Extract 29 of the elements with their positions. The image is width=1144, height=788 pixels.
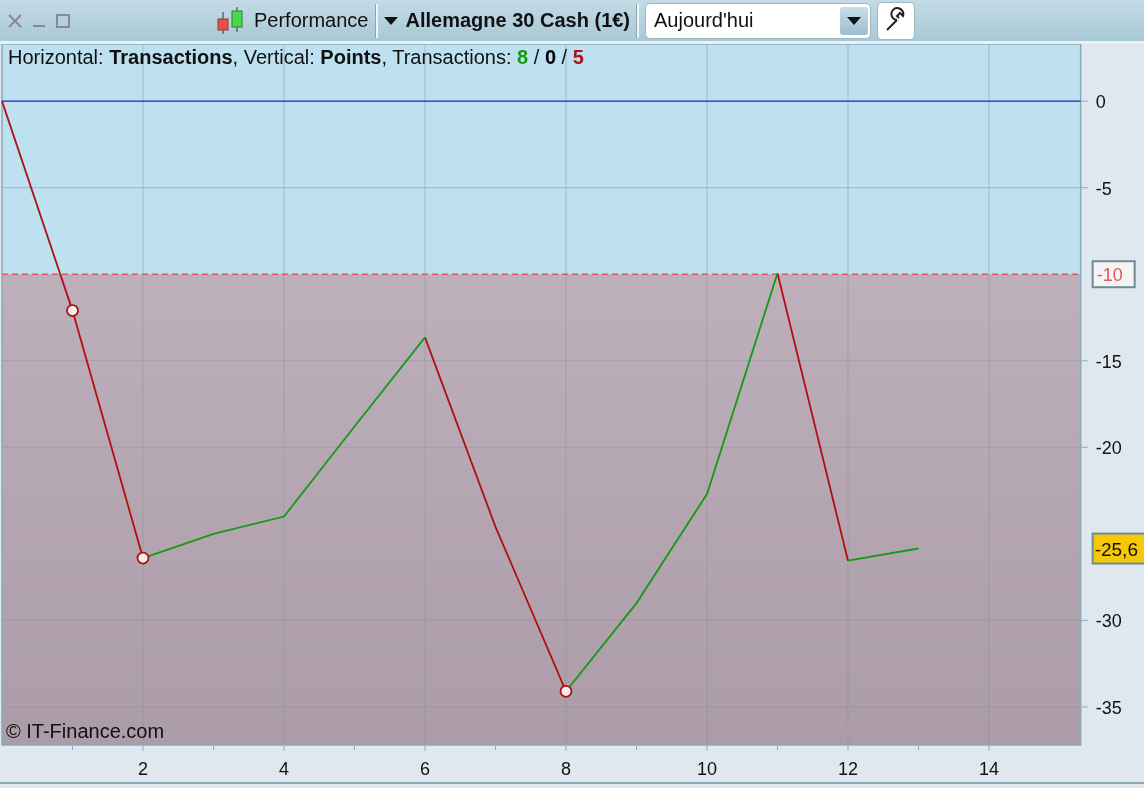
x-axis-label: 14	[979, 759, 999, 779]
settings-button[interactable]	[877, 1, 916, 40]
x-axis-label: 2	[138, 759, 148, 779]
caret-icon	[847, 16, 862, 25]
copyright-text: © IT-Finance.com	[6, 720, 165, 743]
y-axis-label: 0	[1095, 92, 1106, 113]
trade-marker	[66, 304, 79, 317]
last-value-label: -25,6	[1091, 532, 1144, 565]
instrument-selector[interactable]: Allemagne 30 Cash (1€)	[383, 9, 631, 32]
close-icon[interactable]	[6, 11, 24, 30]
trade-marker	[559, 684, 573, 698]
y-axis-label: -35	[1095, 697, 1122, 718]
threshold-label: -10	[1091, 260, 1136, 289]
x-axis-label: 12	[838, 759, 858, 779]
ref-line-label: -10	[1096, 265, 1123, 286]
x-axis-label: 8	[561, 759, 571, 779]
trade-marker	[136, 551, 150, 565]
view-label[interactable]: Performance	[254, 9, 369, 32]
chart-header: Horizontal: Transactions, Vertical: Points, Transactions: 8 / 0 / 5	[8, 46, 584, 69]
x-axis-label: 4	[279, 759, 289, 779]
maximize-icon[interactable]	[54, 11, 72, 30]
x-axis-label: 10	[697, 759, 717, 779]
y-axis-label: -20	[1095, 438, 1122, 459]
x-axis-label: 6	[420, 759, 430, 779]
period-dropdown[interactable]: Aujourd'hui	[645, 2, 872, 39]
y-axis-label: -15	[1095, 351, 1122, 372]
y-axis-label: -5	[1095, 178, 1112, 199]
caret-icon	[383, 16, 398, 25]
y-axis-label: -30	[1095, 611, 1122, 632]
